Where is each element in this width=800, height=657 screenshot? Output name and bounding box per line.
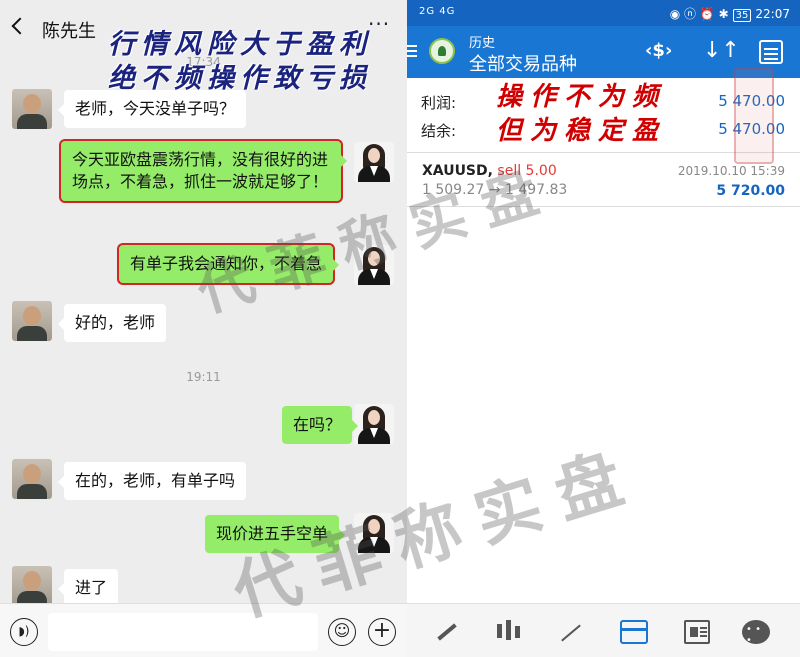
- self-avatar[interactable]: [354, 142, 394, 182]
- profit-label: 利润:: [421, 94, 457, 112]
- signal-indicator: 2G 4G: [419, 6, 456, 17]
- overlay-line: 操作不为频: [496, 82, 667, 112]
- self-avatar[interactable]: [354, 404, 394, 444]
- news-icon[interactable]: [684, 620, 710, 644]
- message-bubble[interactable]: 今天亚欧盘震荡行情，没有很好的进场点，不着急，抓住一波就足够了！: [61, 141, 347, 201]
- contact-avatar[interactable]: [12, 566, 52, 606]
- time-divider: 19:11: [186, 370, 221, 384]
- contact-avatar[interactable]: [12, 459, 52, 499]
- back-arrow-icon[interactable]: [11, 17, 29, 35]
- contact-avatar[interactable]: [12, 89, 52, 129]
- menu-icon[interactable]: [407, 42, 417, 62]
- status-time: 22:07: [755, 7, 790, 21]
- trade-profit: 5 720.00: [716, 183, 785, 199]
- contact-avatar[interactable]: [12, 301, 52, 341]
- quotes-icon[interactable]: [433, 618, 461, 646]
- trade-icon[interactable]: [557, 618, 585, 646]
- message-bubble[interactable]: 在的，老师，有单子吗: [57, 462, 247, 500]
- calendar-icon[interactable]: [759, 40, 783, 64]
- chat-icon[interactable]: [742, 620, 770, 646]
- message-bubble[interactable]: 在吗？: [282, 406, 359, 444]
- overlay-caption-left: 行情风险大于盈利 绝不频操作致亏损: [108, 28, 372, 96]
- seal-stamp: [734, 68, 774, 164]
- trade-date: 2019.10.10 15:39: [677, 164, 785, 178]
- overlay-line: 行情风险大于盈利: [108, 29, 372, 60]
- message-bubble[interactable]: 进了: [57, 569, 119, 607]
- status-bar: 2G 4G ◉ ⓝ ⏰ ✱ 35 22:07: [407, 0, 800, 26]
- battery-icon: 35: [732, 9, 752, 22]
- screenshot-root: 陈先生 ··· 17:34 老师，今天没单子吗？ 今天亚欧盘震荡行情，没有很好的…: [0, 0, 800, 657]
- symbol-filter[interactable]: 全部交易品种: [469, 50, 577, 76]
- chat-title: 陈先生: [42, 21, 96, 42]
- emoji-icon[interactable]: ☺: [328, 618, 356, 646]
- overlay-caption-right: 操作不为频 但为稳定盈: [496, 80, 666, 148]
- sort-icon[interactable]: ↓↑: [703, 38, 740, 64]
- voice-icon[interactable]: ◗): [10, 618, 38, 646]
- dollar-swap-icon[interactable]: ‹$›: [645, 38, 672, 64]
- bottom-nav: [407, 603, 800, 657]
- history-icon[interactable]: [620, 620, 648, 644]
- overlay-line: 但为稳定盈: [496, 116, 667, 146]
- page-title: 历史: [469, 36, 496, 51]
- overlay-line: 绝不频操作致亏损: [108, 63, 372, 94]
- chart-icon[interactable]: [494, 618, 522, 646]
- balance-label: 结余:: [421, 122, 457, 140]
- broker-logo-icon: [429, 38, 455, 64]
- plus-icon[interactable]: +: [368, 618, 396, 646]
- chat-input-bar: ◗) ☺ +: [0, 603, 407, 657]
- status-right: ◉ ⓝ ⏰ ✱ 35 22:07: [669, 7, 790, 22]
- message-bubble[interactable]: 好的，老师: [57, 304, 167, 342]
